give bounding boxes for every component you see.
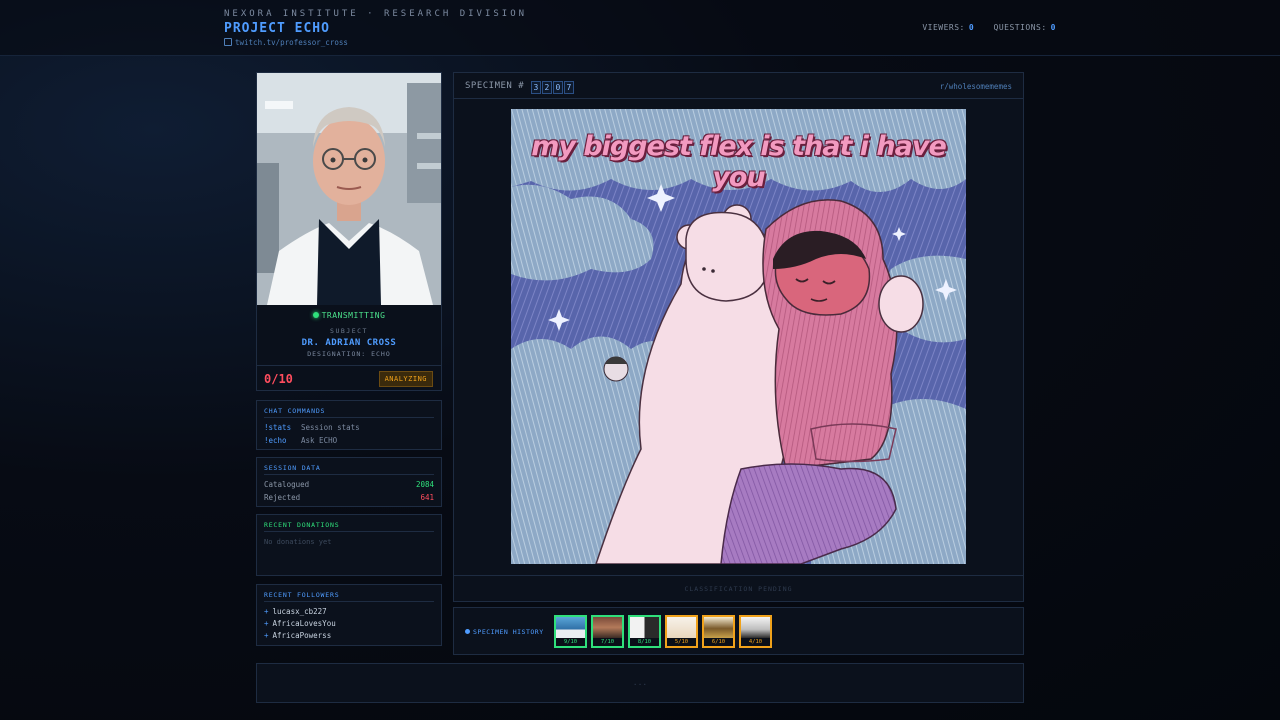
thumb-score: 9/10 (556, 638, 585, 646)
thumb-image (667, 617, 696, 638)
donations-title: RECENT DONATIONS (264, 521, 340, 529)
rejected-value: 641 (420, 493, 434, 502)
status-badge: ANALYZING (378, 371, 433, 387)
specimen-panel: SPECIMEN # 3207 r/wholesomememes my bigg… (453, 72, 1024, 602)
session-data-title: SESSION DATA (264, 464, 321, 472)
divider (264, 474, 434, 475)
thumb-score: 5/10 (667, 638, 696, 646)
history-thumb[interactable]: 9/10 (554, 615, 587, 648)
thumb-score: 8/10 (630, 638, 659, 646)
thumb-image (630, 617, 659, 638)
live-dot-icon (312, 312, 319, 318)
thumb-score: 7/10 (593, 638, 622, 646)
specimen-digit: 0 (553, 81, 564, 94)
follower-name: AfricaLovesYou (272, 619, 336, 628)
command-row: !stats Session stats (264, 423, 360, 432)
subject-designation: DESIGNATION: ECHO (307, 350, 391, 358)
donations-empty: No donations yet (264, 538, 332, 546)
follower-item: + lucasx_cb227 (264, 607, 327, 616)
command-desc: Session stats (301, 423, 360, 432)
history-thumb[interactable]: 8/10 (628, 615, 661, 648)
followers-title: RECENT FOLLOWERS (264, 591, 340, 599)
thumb-image (741, 617, 770, 638)
plus-icon: + (264, 607, 269, 616)
history-thumb[interactable]: 5/10 (665, 615, 698, 648)
divider (264, 417, 434, 418)
specimen-digit: 7 (564, 81, 575, 94)
followers-panel: RECENT FOLLOWERS + lucasx_cb227 + AfricaLo… (256, 584, 442, 646)
command-row: !echo Ask ECHO (264, 436, 337, 445)
specimen-header: SPECIMEN # 3207 r/wholesomememes (454, 73, 1023, 99)
follower-name: lucasx_cb227 (272, 607, 327, 616)
follower-name: AfricaPowerss (272, 631, 332, 640)
command-key: !echo (264, 436, 287, 445)
page-title: PROJECT ECHO (224, 21, 330, 36)
rejected-label: Rejected (264, 493, 301, 502)
channel-link[interactable]: twitch.tv/professor_cross (224, 38, 348, 47)
command-key: !stats (264, 423, 292, 432)
history-label-text: SPECIMEN HISTORY (473, 628, 544, 636)
plus-icon: + (264, 631, 269, 640)
subject-portrait-image (257, 73, 441, 305)
follower-item: + AfricaLovesYou (264, 619, 336, 628)
subreddit-link[interactable]: r/wholesomememes (940, 82, 1012, 91)
questions-label: QUESTIONS: (993, 23, 1047, 32)
donations-panel: RECENT DONATIONS No donations yet (256, 514, 442, 576)
session-data-panel: SESSION DATA Catalogued 2084 Rejected 64… (256, 457, 442, 507)
channel-link-text: twitch.tv/professor_cross (235, 38, 348, 47)
current-score: 0/10 (264, 372, 293, 386)
history-thumb[interactable]: 4/10 (739, 615, 772, 648)
viewers-label: VIEWERS: (922, 23, 965, 32)
classification-status: CLASSIFICATION PENDING (454, 575, 1023, 601)
divider (264, 601, 434, 602)
stream-stats: VIEWERS: 0 QUESTIONS: 0 (922, 23, 1056, 32)
divider (264, 531, 434, 532)
questions-count: 0 (1050, 23, 1056, 32)
specimen-digit: 3 (531, 81, 542, 94)
specimen-digit: 2 (542, 81, 553, 94)
subject-name: DR. ADRIAN CROSS (301, 338, 397, 348)
plus-icon: + (264, 619, 269, 628)
thumb-score: 6/10 (704, 638, 733, 646)
follower-item: + AfricaPowerss (264, 631, 331, 640)
meme-caption: my biggest flex is that i have you (531, 131, 947, 193)
thumb-image (556, 617, 585, 638)
thumb-image (593, 617, 622, 638)
catalogued-label: Catalogued (264, 480, 310, 489)
bottom-bar-text: ... (632, 678, 648, 687)
thumb-score: 4/10 (741, 638, 770, 646)
specimen-number: SPECIMEN # 3207 (465, 81, 575, 94)
history-thumb[interactable]: 6/10 (702, 615, 735, 648)
thumb-image (704, 617, 733, 638)
command-desc: Ask ECHO (301, 436, 338, 445)
bottom-bar: ... (256, 663, 1024, 703)
specimen-label: SPECIMEN # (465, 81, 525, 91)
chat-commands-title: CHAT COMMANDS (264, 407, 326, 415)
rejected-row: Rejected 641 (264, 493, 434, 502)
score-row: 0/10 ANALYZING (257, 365, 441, 391)
twitch-icon (224, 38, 232, 46)
history-label: SPECIMEN HISTORY (465, 628, 544, 636)
transmitting-text: TRANSMITTING (321, 311, 386, 320)
bullet-icon (465, 629, 470, 634)
catalogued-row: Catalogued 2084 (264, 480, 434, 489)
subject-photo (257, 73, 441, 305)
transmitting-status: TRANSMITTING (257, 311, 441, 320)
catalogued-value: 2084 (415, 480, 434, 489)
subject-label: SUBJECT (330, 327, 368, 335)
specimen-history: SPECIMEN HISTORY 9/10 7/10 8/10 5/10 6/1… (453, 607, 1024, 655)
history-thumb[interactable]: 7/10 (591, 615, 624, 648)
org-name: NEXORA INSTITUTE · RESEARCH DIVISION (224, 9, 528, 19)
specimen-image: . my biggest flex is that i have you (511, 109, 966, 564)
chat-commands-panel: CHAT COMMANDS !stats Session stats !echo A… (256, 400, 442, 450)
viewers-count: 0 (968, 23, 975, 32)
top-bar: NEXORA INSTITUTE · RESEARCH DIVISION PRO… (0, 0, 1280, 56)
subject-card: TRANSMITTING SUBJECT DR. ADRIAN CROSS DE… (256, 72, 442, 391)
